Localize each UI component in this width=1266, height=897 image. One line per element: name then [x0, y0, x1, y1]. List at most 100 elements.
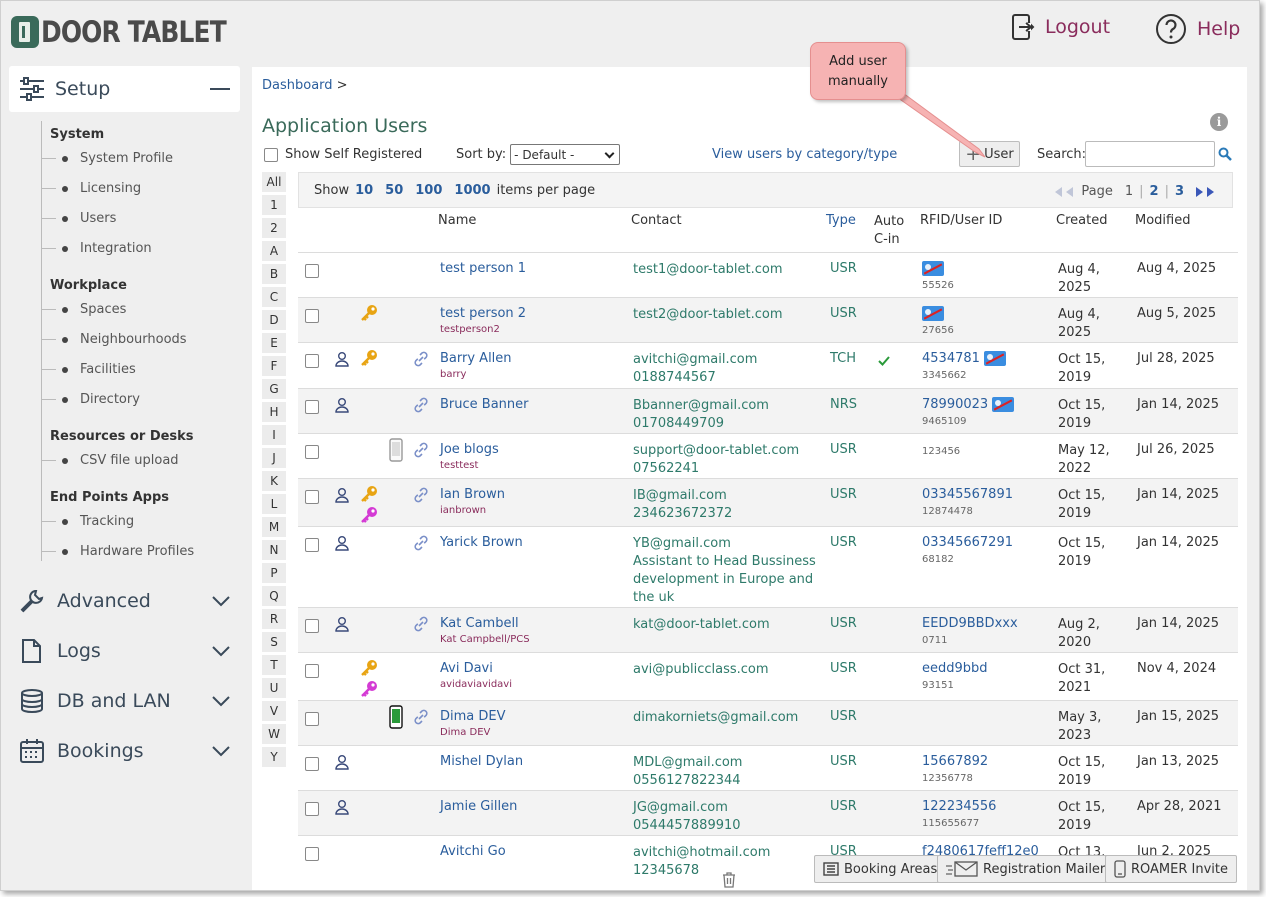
link-icon[interactable]	[412, 486, 430, 508]
rfid-value[interactable]: 03345567891	[922, 487, 1013, 502]
row-checkbox[interactable]	[305, 712, 319, 726]
link-icon[interactable]	[412, 534, 430, 556]
rfid-value[interactable]: 122234556	[922, 799, 996, 814]
alpha-filter-item[interactable]: I	[262, 425, 286, 445]
row-checkbox[interactable]	[305, 354, 319, 368]
row-checkbox[interactable]	[305, 757, 319, 771]
row-checkbox[interactable]	[305, 847, 319, 861]
row-checkbox[interactable]	[305, 619, 319, 633]
link-icon[interactable]	[412, 708, 430, 730]
sidebar-item-spaces[interactable]: Spaces	[42, 302, 126, 317]
alpha-filter-item[interactable]: L	[262, 494, 286, 514]
alpha-filter-item[interactable]: 2	[262, 218, 286, 238]
alpha-filter-item[interactable]: T	[262, 655, 286, 675]
user-name[interactable]: Bruce Banner	[440, 397, 529, 415]
contact-email[interactable]: IB@gmail.com	[633, 487, 831, 505]
rfid-value[interactable]: eedd9bbd	[922, 661, 988, 676]
door-tablet-logo[interactable]: DOOR TABLET	[11, 15, 256, 49]
sidebar-item-neighbourhoods[interactable]: Neighbourhoods	[42, 332, 187, 347]
user-name[interactable]: Jamie Gillen	[440, 799, 517, 817]
nav-logs[interactable]: Logs	[19, 636, 244, 666]
alpha-filter-item[interactable]: D	[262, 310, 286, 330]
row-checkbox[interactable]	[305, 445, 319, 459]
user-name[interactable]: Avitchi Go	[440, 844, 506, 862]
row-checkbox[interactable]	[305, 802, 319, 816]
user-name[interactable]: test person 1	[440, 261, 526, 279]
search-icon[interactable]	[1218, 147, 1232, 161]
sidebar-item-tracking[interactable]: Tracking	[42, 514, 134, 529]
row-checkbox[interactable]	[305, 538, 319, 552]
rfid-value[interactable]: EEDD9BBDxxx	[922, 616, 1018, 631]
rfid-value[interactable]: 03345667291	[922, 535, 1013, 550]
logout-link[interactable]: Logout	[1011, 13, 1110, 41]
user-name[interactable]: Joe blogs testtest	[440, 442, 499, 471]
contact-email[interactable]: test1@door-tablet.com	[633, 261, 831, 279]
user-name[interactable]: Dima DEV Dima DEV	[440, 709, 506, 738]
alpha-filter-item[interactable]: G	[262, 379, 286, 399]
alpha-filter-item[interactable]: J	[262, 448, 286, 468]
help-link[interactable]: Help	[1155, 13, 1240, 45]
col-created[interactable]: Created	[1056, 213, 1107, 228]
contact-email[interactable]: test2@door-tablet.com	[633, 306, 831, 324]
col-type[interactable]: Type	[826, 213, 856, 228]
alpha-filter-item[interactable]: H	[262, 402, 286, 422]
alpha-filter-item[interactable]: V	[262, 701, 286, 721]
row-checkbox[interactable]	[305, 264, 319, 278]
contact-email[interactable]: MDL@gmail.com	[633, 754, 831, 772]
alpha-filter-item[interactable]: C	[262, 287, 286, 307]
contact-email[interactable]: JG@gmail.com	[633, 799, 831, 817]
alpha-filter-item[interactable]: 1	[262, 195, 286, 215]
alpha-filter-item[interactable]: All	[262, 172, 286, 192]
registration-mailer-button[interactable]: Registration Mailer	[937, 855, 1115, 883]
alpha-filter-item[interactable]: U	[262, 678, 286, 698]
alpha-filter-item[interactable]: K	[262, 471, 286, 491]
sidebar-item-facilities[interactable]: Facilities	[42, 362, 136, 377]
page-3-link[interactable]: 3	[1175, 184, 1184, 199]
link-icon[interactable]	[412, 615, 430, 637]
col-name[interactable]: Name	[438, 213, 476, 228]
per-page-1000[interactable]: 1000	[454, 183, 490, 198]
user-name[interactable]: Kat Cambell Kat Campbell/PCS	[440, 616, 530, 645]
col-contact[interactable]: Contact	[631, 213, 682, 228]
view-users-by-category-link[interactable]: View users by category/type	[712, 147, 897, 162]
alpha-filter-item[interactable]: F	[262, 356, 286, 376]
alpha-filter-item[interactable]: M	[262, 517, 286, 537]
prev-page-icon[interactable]	[1066, 186, 1074, 197]
search-input[interactable]	[1085, 141, 1215, 167]
contact-email[interactable]: support@door-tablet.com	[633, 442, 831, 460]
row-checkbox[interactable]	[305, 309, 319, 323]
user-name[interactable]: Ian Brown ianbrown	[440, 487, 505, 516]
contact-email[interactable]: Bbanner@gmail.com	[633, 397, 831, 415]
rfid-value[interactable]: 78990023	[922, 397, 988, 412]
self-registered-checkbox[interactable]	[264, 147, 278, 162]
last-page-icon[interactable]	[1207, 186, 1214, 197]
alpha-filter-item[interactable]: Y	[262, 747, 286, 767]
user-name[interactable]: Barry Allen barry	[440, 351, 512, 380]
link-icon[interactable]	[412, 441, 430, 463]
page-2-link[interactable]: 2	[1150, 184, 1159, 199]
contact-email[interactable]: kat@door-tablet.com	[633, 616, 831, 634]
link-icon[interactable]	[412, 396, 430, 418]
contact-email[interactable]: avitchi@gmail.com	[633, 351, 831, 369]
alpha-filter-item[interactable]: B	[262, 264, 286, 284]
rfid-value[interactable]: 4534781	[922, 351, 980, 366]
user-name[interactable]: Mishel Dylan	[440, 754, 523, 772]
nav-bookings[interactable]: Bookings	[19, 736, 244, 766]
alpha-filter-item[interactable]: P	[262, 563, 286, 583]
alpha-filter-item[interactable]: E	[262, 333, 286, 353]
per-page-10[interactable]: 10	[355, 183, 373, 198]
col-modified[interactable]: Modified	[1135, 213, 1190, 228]
sidebar-item-hardware-profiles[interactable]: Hardware Profiles	[42, 544, 194, 559]
sidebar-setup-header[interactable]: Setup	[9, 66, 240, 112]
nav-db-and-lan[interactable]: DB and LAN	[19, 686, 244, 716]
alpha-filter-item[interactable]: Q	[262, 586, 286, 606]
collapse-icon[interactable]	[210, 88, 230, 90]
sidebar-item-system-profile[interactable]: System Profile	[42, 151, 173, 166]
contact-email[interactable]: avi@publicclass.com	[633, 661, 831, 679]
nav-advanced[interactable]: Advanced	[19, 586, 244, 616]
link-icon[interactable]	[412, 350, 430, 372]
trash-icon[interactable]	[722, 872, 736, 890]
alpha-filter-item[interactable]: S	[262, 632, 286, 652]
rfid-value[interactable]: 15667892	[922, 754, 988, 769]
next-page-icon[interactable]	[1196, 186, 1203, 197]
